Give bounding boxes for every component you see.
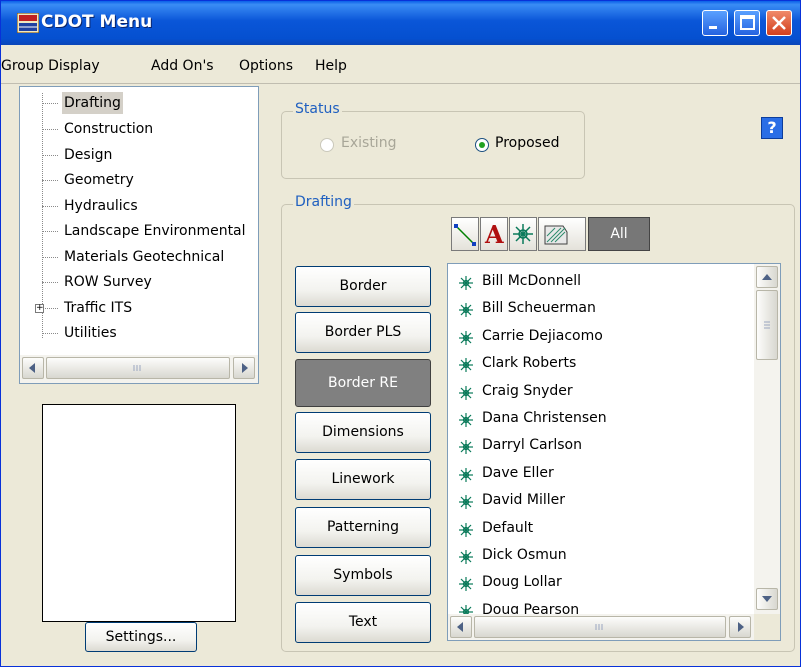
category-patterning-button[interactable]: Patterning [295,507,431,548]
list-scrollbar-thumb[interactable] [756,290,778,360]
status-group-title: Status [293,101,342,117]
scroll-right-arrow-icon[interactable] [729,616,751,638]
cell-item-icon [458,329,474,345]
scroll-up-arrow-icon[interactable] [756,266,778,288]
cell-item-icon [458,356,474,373]
tree-branch [42,129,58,130]
filter-cell-button[interactable] [509,217,537,251]
help-icon[interactable]: ? [761,117,783,139]
tree-branch [42,231,58,232]
list-horizontal-scrollbar[interactable] [448,614,754,640]
list-item-label: Carrie Dejiacomo [482,327,603,344]
tree-branch [42,333,58,334]
list-vertical-scrollbar[interactable] [754,264,780,614]
tree-item-row-survey[interactable]: ROW Survey [62,271,154,293]
tree-item-materials-geotechnical[interactable]: Materials Geotechnical [62,246,226,268]
filter-text-button[interactable]: A [480,217,508,251]
tree-item-utilities[interactable]: Utilities [62,322,119,344]
category-text-button[interactable]: Text [295,602,431,643]
cell-item-icon [458,548,474,564]
title-bar[interactable]: CDOT Menu [1,1,800,45]
scrollbar-corner [754,614,780,640]
tree-item-construction[interactable]: Construction [62,118,155,140]
proposed-radio[interactable] [475,138,489,152]
tree-branch [42,257,58,258]
list-item-label: Default [482,519,534,536]
list-hscroll-thumb[interactable] [474,616,726,638]
list-item-label: Dick Osmun [482,547,567,563]
radio-selected-dot [479,142,485,148]
tree-branch [42,155,58,156]
cdot-menu-window: CDOT Menu Group Display Add On's Options… [0,0,801,667]
cell-list[interactable]: Bill McDonnell Bill Scheuerman Carrie Deji… [447,263,781,641]
tree-branch [42,206,58,207]
cell-item-icon [458,493,474,510]
tree-item-design[interactable]: Design [62,144,114,166]
tree-item-geometry[interactable]: Geometry [62,169,136,191]
window-title: CDOT Menu [41,12,153,32]
tree-item-traffic-its[interactable]: Traffic ITS [62,297,134,319]
drafting-group-title: Drafting [293,194,354,210]
tree-branch [42,103,58,104]
scroll-left-arrow-icon[interactable] [450,616,472,638]
proposed-radio-label[interactable]: Proposed [495,135,559,151]
maximize-button[interactable] [734,10,760,36]
category-border-pls-button[interactable]: Border PLS [295,312,431,353]
list-item-label: Clark Roberts [482,355,577,372]
filter-all-button[interactable]: All [588,217,650,251]
text-tool-icon: A [485,220,504,249]
list-item-label: Craig Snyder [482,382,573,399]
cell-item-icon [458,466,474,482]
tree-branch [42,180,58,181]
filter-line-button[interactable] [451,217,479,251]
group-tree[interactable]: Drafting Construction Design Geometry Hy… [19,86,259,384]
settings-button[interactable]: Settings... [85,622,197,652]
tree-item-drafting[interactable]: Drafting [62,92,123,114]
preview-pane [42,404,236,622]
category-border-button[interactable]: Border [295,266,431,307]
close-button[interactable] [766,10,792,36]
cell-item-icon [458,521,474,537]
tree-branch [42,282,58,283]
cell-item-icon [458,301,474,318]
category-symbols-button[interactable]: Symbols [295,555,431,596]
menu-help[interactable]: Help [315,58,347,74]
menu-bar: Group Display Add On's Options Help [1,53,800,84]
menu-group-display[interactable]: Group Display [1,58,100,74]
category-border-re-button[interactable]: Border RE [295,359,431,407]
scroll-down-arrow-icon[interactable] [756,588,778,610]
list-item-label: Dave Eller [482,464,554,481]
category-linework-button[interactable]: Linework [295,459,431,500]
pattern-icon [544,225,568,245]
list-item-label: Darryl Carlson [482,437,582,454]
tree-item-landscape-environmental[interactable]: Landscape Environmental [62,220,248,242]
scroll-right-arrow-icon[interactable] [233,357,255,379]
cell-item-icon [458,438,474,455]
line-tool-icon [454,224,476,246]
tree-horizontal-scrollbar[interactable] [20,355,258,383]
list-item-label: David Miller [482,492,565,509]
existing-radio [320,138,334,152]
list-item-label: Bill McDonnell [482,273,581,289]
tree-item-hydraulics[interactable]: Hydraulics [62,195,140,217]
cell-item-icon [458,411,474,427]
menu-options[interactable]: Options [239,58,293,74]
scrollbar-thumb[interactable] [46,357,230,379]
cell-item-icon [458,384,474,400]
menu-add-ons[interactable]: Add On's [151,58,214,74]
cell-item-icon [458,274,474,290]
tree-expand-icon[interactable]: + [35,304,44,313]
tree-branch [42,308,58,309]
filter-pattern-button[interactable] [538,217,586,251]
cell-item-icon [458,575,474,592]
cdot-app-icon[interactable] [16,12,40,34]
cell-icon [513,224,533,244]
list-item-label: Bill Scheuerman [482,300,596,317]
list-item-label: Doug Lollar [482,574,562,591]
category-dimensions-button[interactable]: Dimensions [295,412,431,453]
existing-radio-label: Existing [341,135,397,151]
minimize-button[interactable] [702,10,728,36]
scroll-left-arrow-icon[interactable] [22,357,44,379]
list-item-label: Dana Christensen [482,410,607,426]
